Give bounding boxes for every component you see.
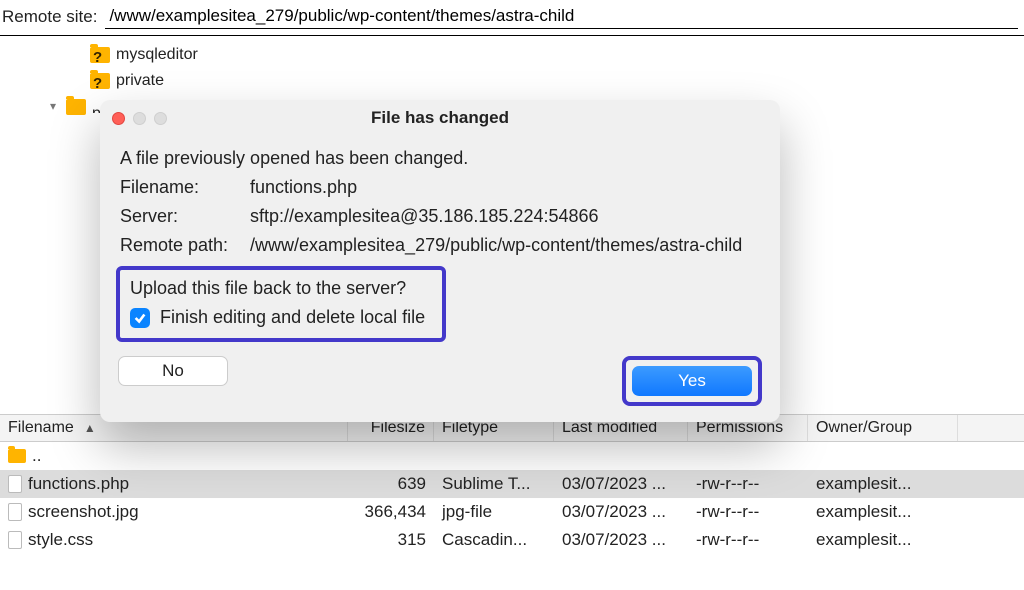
tree-item-label: mysqleditor bbox=[116, 42, 198, 68]
column-header-owner-group[interactable]: Owner/Group bbox=[808, 415, 958, 441]
upload-question: Upload this file back to the server? bbox=[130, 278, 432, 299]
file-icon bbox=[8, 503, 22, 521]
remote-site-label: Remote site: bbox=[2, 7, 97, 27]
tree-item[interactable]: ? private bbox=[70, 68, 1024, 94]
file-icon bbox=[8, 531, 22, 549]
file-row[interactable]: functions.php 639 Sublime T... 03/07/202… bbox=[0, 470, 1024, 498]
remote-path-value: /www/examplesitea_279/public/wp-content/… bbox=[250, 235, 742, 256]
tree-item-label: private bbox=[116, 68, 164, 94]
no-button[interactable]: No bbox=[118, 356, 228, 386]
checkmark-icon bbox=[133, 311, 147, 325]
file-list-body: .. functions.php 639 Sublime T... 03/07/… bbox=[0, 442, 1024, 554]
tree-toggle[interactable]: ▾ bbox=[46, 97, 60, 116]
yes-button-highlight: Yes bbox=[622, 356, 762, 406]
yes-button[interactable]: Yes bbox=[632, 366, 752, 396]
file-changed-dialog: File has changed A file previously opene… bbox=[100, 100, 780, 422]
server-label: Server: bbox=[120, 206, 250, 227]
folder-icon: ? bbox=[90, 73, 110, 89]
folder-up-icon bbox=[8, 449, 26, 463]
dialog-titlebar[interactable]: File has changed bbox=[100, 100, 780, 136]
server-value: sftp://examplesitea@35.186.185.224:54866 bbox=[250, 206, 599, 227]
upload-prompt-highlight: Upload this file back to the server? Fin… bbox=[116, 266, 446, 342]
tree-item[interactable]: ? mysqleditor bbox=[70, 42, 1024, 68]
dialog-title: File has changed bbox=[100, 108, 780, 128]
dialog-message: A file previously opened has been change… bbox=[120, 148, 760, 169]
folder-icon bbox=[66, 99, 86, 115]
parent-directory-row[interactable]: .. bbox=[0, 442, 1024, 470]
finish-editing-checkbox[interactable] bbox=[130, 308, 150, 328]
file-icon bbox=[8, 475, 22, 493]
folder-icon: ? bbox=[90, 47, 110, 63]
remote-path-label: Remote path: bbox=[120, 235, 250, 256]
filename-label: Filename: bbox=[120, 177, 250, 198]
filename-value: functions.php bbox=[250, 177, 357, 198]
file-row[interactable]: screenshot.jpg 366,434 jpg-file 03/07/20… bbox=[0, 498, 1024, 526]
remote-site-path-input[interactable] bbox=[105, 4, 1018, 29]
file-row[interactable]: style.css 315 Cascadin... 03/07/2023 ...… bbox=[0, 526, 1024, 554]
remote-file-list: Filename▲ Filesize Filetype Last modifie… bbox=[0, 414, 1024, 554]
sort-ascending-icon: ▲ bbox=[84, 421, 96, 435]
remote-site-bar: Remote site: bbox=[0, 0, 1024, 35]
finish-editing-label: Finish editing and delete local file bbox=[160, 307, 425, 328]
